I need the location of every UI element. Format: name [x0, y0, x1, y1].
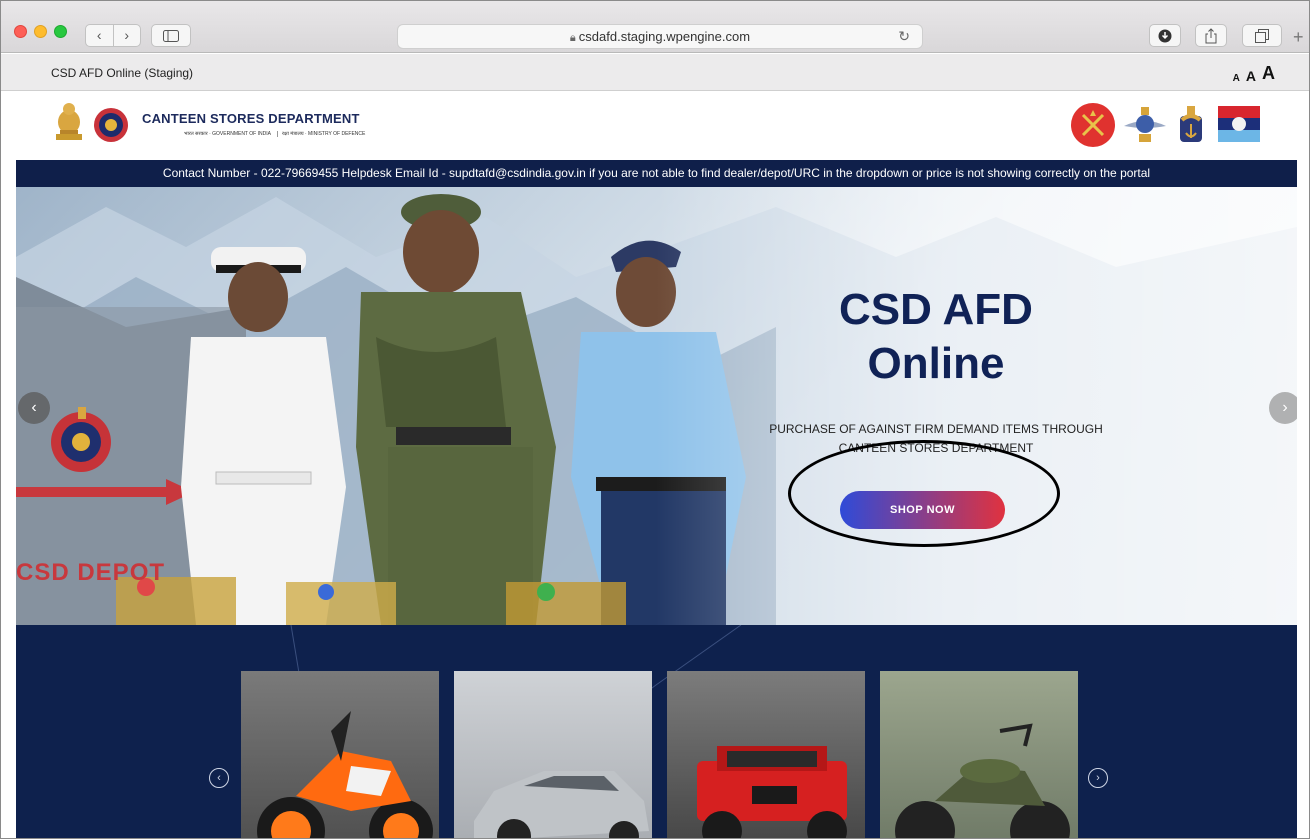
sidebar-icon — [163, 29, 179, 42]
share-icon — [1205, 27, 1217, 43]
navy-insignia-icon — [1180, 106, 1202, 142]
brand-sub-mod: रक्षा मंत्रालय · MINISTRY OF DEFENCE — [276, 131, 365, 137]
tri-service-flag-icon — [1218, 106, 1260, 142]
font-large-button[interactable]: A — [1262, 63, 1275, 84]
product-carousel: ‹ › — [16, 625, 1297, 838]
helpdesk-notice: Contact Number - 022-79669455 Helpdesk E… — [16, 160, 1297, 187]
new-tab-icon[interactable]: + — [1293, 27, 1304, 48]
hero-subtitle-line1: PURCHASE OF AGAINST FIRM DEMAND ITEMS TH… — [769, 422, 1103, 436]
hero-title-line1: CSD AFD — [839, 285, 1033, 334]
hero-title-line2: Online — [867, 339, 1005, 388]
orange-motorcycle-image — [257, 711, 433, 838]
hero-next-arrow-icon[interactable]: › — [1269, 392, 1297, 424]
zoom-window-button[interactable] — [54, 25, 67, 38]
hero-title: CSD AFD Online — [761, 283, 1111, 391]
army-insignia-icon — [1071, 103, 1115, 147]
font-small-button[interactable]: A — [1233, 73, 1240, 84]
product-card-silver-car[interactable] — [454, 671, 652, 838]
history-nav-group: ‹ › — [85, 24, 141, 47]
lock-icon: 🔒︎ — [569, 32, 576, 44]
download-icon — [1158, 29, 1172, 42]
hero-banner: CSD DEPOT CSD AFD Online PURCHASE OF AGA… — [16, 187, 1297, 625]
minimize-window-button[interactable] — [34, 25, 47, 38]
csd-logo-icon[interactable] — [93, 107, 129, 143]
share-button[interactable] — [1195, 24, 1227, 47]
green-classic-motorcycle-image — [895, 723, 1070, 838]
carousel-next-icon[interactable]: › — [1088, 768, 1108, 788]
shop-now-button[interactable]: SHOP NOW — [840, 491, 1005, 529]
hero-subtitle-line2: CANTEEN STORES DEPARTMENT — [838, 441, 1034, 455]
downloads-button[interactable] — [1149, 24, 1181, 47]
tabs-icon — [1255, 28, 1269, 43]
browser-toolbar: ‹ › 🔒︎ csdafd.staging.wpengine.com ↻ + — [1, 1, 1309, 53]
sidebar-toggle-button[interactable] — [151, 24, 191, 47]
tab-overview-button[interactable] — [1242, 24, 1282, 47]
browser-window: ‹ › 🔒︎ csdafd.staging.wpengine.com ↻ + CS… — [0, 0, 1310, 839]
forward-button[interactable]: › — [114, 25, 141, 46]
font-medium-button[interactable]: A — [1246, 68, 1256, 84]
back-button[interactable]: ‹ — [86, 25, 114, 46]
brand-subtitle: भारत सरकार · GOVERNMENT OF INDIA रक्षा म… — [184, 131, 365, 137]
air-force-insignia-icon — [1124, 107, 1166, 142]
carousel-prev-icon[interactable]: ‹ — [209, 768, 229, 788]
silver-hatchback-car-image — [474, 771, 649, 838]
brand-title[interactable]: CANTEEN STORES DEPARTMENT — [142, 111, 360, 126]
page-tab-strip: CSD AFD Online (Staging) A A A — [1, 54, 1309, 91]
product-card-orange-motorcycle[interactable] — [241, 671, 439, 838]
url-text: csdafd.staging.wpengine.com — [578, 29, 751, 44]
site-header: CANTEEN STORES DEPARTMENT भारत सरकार · G… — [16, 92, 1297, 160]
tab-title[interactable]: CSD AFD Online (Staging) — [51, 66, 193, 80]
reload-icon[interactable]: ↻ — [898, 25, 910, 48]
hero-subtitle: PURCHASE OF AGAINST FIRM DEMAND ITEMS TH… — [751, 420, 1121, 458]
product-card-red-suv[interactable] — [667, 671, 865, 838]
network-lines-decoration — [290, 625, 742, 716]
close-window-button[interactable] — [14, 25, 27, 38]
national-emblem-icon[interactable] — [52, 100, 86, 144]
address-bar[interactable]: 🔒︎ csdafd.staging.wpengine.com ↻ — [397, 24, 923, 49]
font-size-controls: A A A — [1233, 63, 1275, 84]
depot-sign: CSD DEPOT — [16, 559, 166, 586]
product-card-green-motorcycle[interactable] — [880, 671, 1078, 838]
brand-sub-govt: भारत सरकार · GOVERNMENT OF INDIA — [184, 131, 271, 137]
hero-prev-arrow-icon[interactable]: ‹ — [18, 392, 50, 424]
red-suv-image — [697, 746, 847, 838]
